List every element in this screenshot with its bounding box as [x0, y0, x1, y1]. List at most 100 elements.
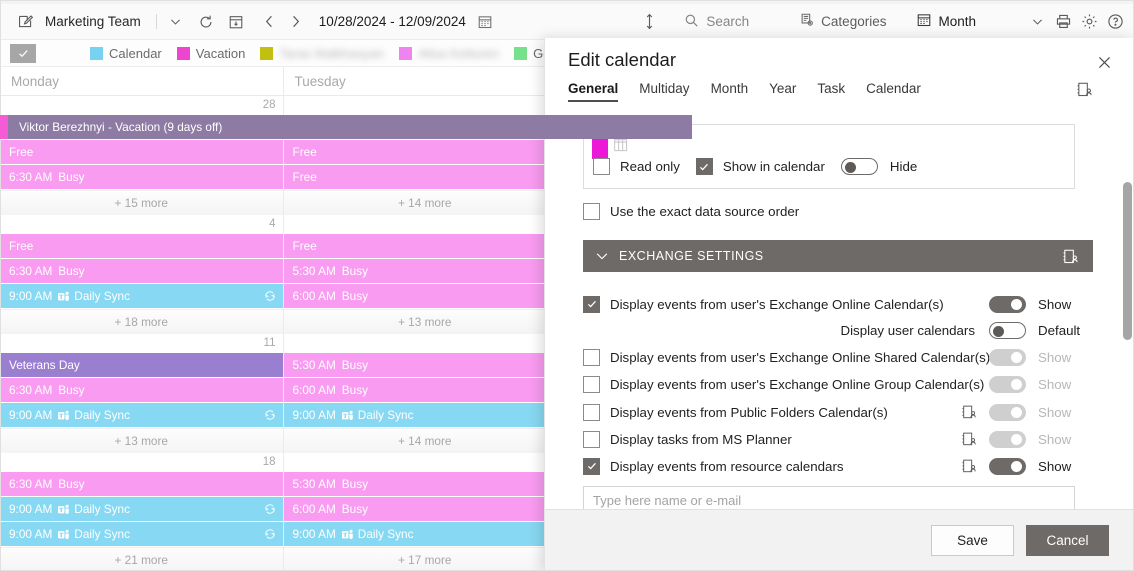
help-circle-icon[interactable] [1102, 9, 1128, 35]
chevron-down-icon [595, 249, 609, 263]
setting-checkbox[interactable] [583, 404, 600, 421]
address-book-icon[interactable] [961, 431, 977, 447]
address-book-icon[interactable] [1073, 78, 1095, 100]
calendar-event[interactable]: Free [0, 234, 283, 258]
exchange-settings-header[interactable]: EXCHANGE SETTINGS [583, 240, 1093, 272]
calendar-jump-icon[interactable] [223, 9, 249, 35]
setting-toggle[interactable] [989, 404, 1026, 421]
calendar-event[interactable]: 9:00 AMDaily Sync [0, 497, 283, 521]
calendar-event[interactable]: 6:00 AMBusy [284, 497, 567, 521]
cancel-button[interactable]: Cancel [1026, 525, 1109, 556]
calendar-event[interactable]: 9:00 AMDaily Sync [0, 403, 283, 427]
sub-setting-toggle[interactable] [989, 322, 1026, 339]
calendar-icon[interactable] [472, 9, 498, 35]
close-icon[interactable] [1092, 50, 1116, 74]
gear-icon[interactable] [1076, 9, 1102, 35]
calendar-event[interactable]: 6:30 AMBusy [0, 472, 283, 496]
calendar-event[interactable]: Free [284, 234, 567, 258]
view-selector[interactable]: Month [912, 9, 980, 35]
calendar-event[interactable]: 5:30 AMBusy [284, 472, 567, 496]
more-events-link[interactable]: + 14 more [284, 190, 567, 215]
calendar-event[interactable]: 6:00 AMBusy [284, 378, 567, 402]
more-events-link[interactable]: + 21 more [0, 547, 283, 571]
categories-button[interactable]: Categories [795, 9, 890, 35]
vacation-banner[interactable]: Viktor Berezhnyi - Vacation (9 days off) [8, 115, 692, 139]
calendar-event[interactable]: Free [0, 140, 283, 164]
show-in-calendar-checkbox[interactable] [696, 158, 713, 175]
calendar-event[interactable]: 9:00 AMDaily Sync [0, 522, 283, 546]
setting-toggle[interactable] [989, 431, 1026, 448]
calendar-event[interactable]: 5:30 AMBusy [284, 259, 567, 283]
calendar-event[interactable]: 9:00 AMDaily Sync [0, 284, 283, 308]
more-events-link[interactable]: + 13 more [284, 309, 567, 334]
print-icon[interactable] [1050, 9, 1076, 35]
calendar-day-cell[interactable]: 4Free6:30 AMBusy9:00 AMDaily Sync+ 18 mo… [0, 215, 284, 334]
calendar-event[interactable]: 6:00 AMBusy [284, 284, 567, 308]
calendar-event[interactable]: 9:00 AMDaily Sync [284, 403, 567, 427]
more-events-link[interactable]: + 13 more [0, 428, 283, 453]
calendar-event[interactable]: 6:30 AMBusy [0, 165, 283, 189]
date-range-label[interactable]: 10/28/2024 - 12/09/2024 [319, 14, 466, 29]
vertical-resize-icon[interactable] [636, 9, 662, 35]
dialog-scrollbar-track[interactable] [1120, 178, 1134, 548]
tab-calendar[interactable]: Calendar [866, 81, 921, 102]
search-box[interactable]: Search [684, 13, 749, 31]
calendar-day-cell[interactable]: 195:30 AMBusy6:00 AMBusy9:00 AMDaily Syn… [284, 453, 568, 571]
save-button[interactable]: Save [931, 525, 1014, 556]
more-events-link[interactable]: + 15 more [0, 190, 283, 215]
chevron-down-icon[interactable] [163, 9, 189, 35]
tab-general[interactable]: General [568, 81, 618, 102]
setting-checkbox[interactable] [583, 296, 600, 313]
calendar-event[interactable]: 9:00 AMDaily Sync [284, 522, 567, 546]
tab-task[interactable]: Task [817, 81, 845, 102]
chevron-left-icon[interactable] [257, 9, 283, 35]
hide-toggle[interactable] [841, 158, 878, 175]
dialog-scrollbar-thumb[interactable] [1123, 182, 1132, 340]
calendar-event[interactable]: Free [284, 140, 567, 164]
day-number: 28 [0, 96, 283, 115]
setting-toggle[interactable] [989, 349, 1026, 366]
refresh-icon[interactable] [193, 9, 219, 35]
calendar-event[interactable]: 6:30 AMBusy [0, 378, 283, 402]
read-only-checkbox[interactable] [593, 158, 610, 175]
calendar-event[interactable]: 5:30 AMBusy [284, 353, 567, 377]
calendar-day-cell[interactable]: 11Veterans Day6:30 AMBusy9:00 AMDaily Sy… [0, 334, 284, 453]
address-book-icon[interactable] [1062, 248, 1079, 265]
address-book-icon[interactable] [961, 404, 977, 420]
setting-toggle[interactable] [989, 458, 1026, 475]
calendar-day-cell[interactable]: 5Free5:30 AMBusy6:00 AMBusy+ 13 more [284, 215, 568, 334]
edit-document-icon[interactable] [12, 9, 38, 35]
more-events-link[interactable]: + 14 more [284, 428, 567, 453]
more-events-link[interactable]: + 17 more [284, 547, 567, 571]
tab-year[interactable]: Year [769, 81, 796, 102]
setting-toggle[interactable] [989, 296, 1026, 313]
setting-toggle[interactable] [989, 376, 1026, 393]
calendar-day-cell[interactable]: 125:30 AMBusy6:00 AMBusy9:00 AMDaily Syn… [284, 334, 568, 453]
select-all-checkbox[interactable] [10, 44, 36, 63]
calendar-day-cell[interactable]: 29FreeFree+ 14 more [284, 96, 568, 215]
tab-multiday[interactable]: Multiday [639, 81, 689, 102]
setting-checkbox[interactable] [583, 376, 600, 393]
dialog-body: Read only Show in calendar Hide [545, 108, 1134, 548]
legend-color-swatch [90, 47, 103, 60]
legend-color-swatch [399, 47, 412, 60]
chevron-down-icon[interactable] [1024, 9, 1050, 35]
legend-item[interactable]: Alisa Ketturen [399, 46, 499, 61]
chevron-right-icon[interactable] [283, 9, 309, 35]
more-events-link[interactable]: + 18 more [0, 309, 283, 334]
legend-item[interactable]: Calendar [90, 46, 162, 61]
calendar-event[interactable]: Veterans Day [0, 353, 283, 377]
calendar-day-cell[interactable]: 28Viktor Berezhnyi - Vacation (9 days of… [0, 96, 284, 215]
setting-checkbox[interactable] [583, 458, 600, 475]
setting-checkbox[interactable] [583, 431, 600, 448]
exact-order-checkbox[interactable] [583, 203, 600, 220]
address-book-icon[interactable] [961, 458, 977, 474]
calendar-event[interactable]: Free [284, 165, 567, 189]
tab-month[interactable]: Month [711, 81, 749, 102]
setting-checkbox[interactable] [583, 349, 600, 366]
calendar-event[interactable]: 6:30 AMBusy [0, 259, 283, 283]
legend-item[interactable]: Vacation [177, 46, 246, 61]
legend-item[interactable]: Taras Malkhasyan [260, 46, 384, 61]
event-time: 9:00 AM [293, 522, 336, 546]
calendar-day-cell[interactable]: 186:30 AMBusy9:00 AMDaily Sync9:00 AMDai… [0, 453, 284, 571]
